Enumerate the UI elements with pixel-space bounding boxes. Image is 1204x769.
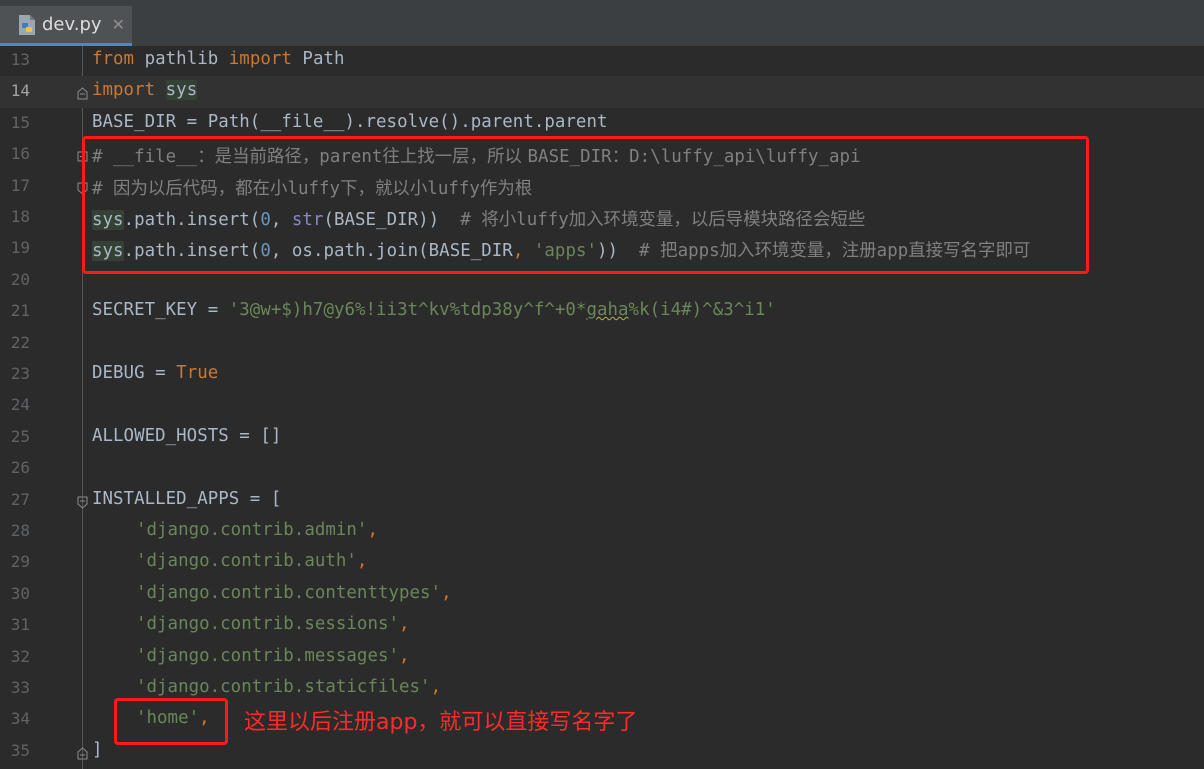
line-number: 26: [10, 458, 30, 478]
line-number: 18: [10, 207, 30, 226]
code-line-current: 14 import sys: [0, 76, 1204, 108]
code-text: from pathlib import Path: [92, 49, 345, 69]
line-number: 14: [10, 81, 30, 101]
code-text: 'django.contrib.contenttypes',: [136, 582, 452, 603]
line-number: 34: [10, 709, 30, 729]
line-number: 27: [10, 489, 30, 509]
line-number: 30: [10, 583, 30, 603]
line-number: 19: [10, 238, 30, 258]
code-line: 23 DEBUG = True: [0, 359, 1204, 390]
line-number: 32: [10, 646, 30, 666]
code-text: import sys: [92, 80, 198, 101]
code-text: DEBUG = True: [92, 363, 219, 383]
code-line: 24: [0, 390, 1204, 421]
code-text: ALLOWED_HOSTS = []: [92, 425, 282, 446]
line-number: 31: [10, 615, 30, 635]
code-line: 15 BASE_DIR = Path(__file__).resolve().p…: [0, 108, 1204, 139]
annotation-box-syspath: [82, 136, 1089, 274]
line-number: 23: [10, 364, 30, 383]
line-number: 16: [10, 144, 30, 164]
code-line: 27 INSTALLED_APPS = [: [0, 485, 1204, 516]
code-text: 'django.contrib.messages',: [136, 645, 410, 666]
code-line: 29 'django.contrib.auth',: [0, 547, 1204, 578]
code-line: 22: [0, 328, 1204, 359]
tab-label: dev.py: [42, 14, 102, 35]
code-text: 'django.contrib.auth',: [136, 551, 368, 572]
code-text: 'django.contrib.sessions',: [136, 614, 410, 635]
code-text: INSTALLED_APPS = [: [92, 488, 282, 509]
annotation-box-home: [114, 698, 228, 745]
code-line: 28 'django.contrib.admin',: [0, 516, 1204, 547]
code-line: 25 ALLOWED_HOSTS = []: [0, 422, 1204, 453]
line-number: 13: [10, 50, 30, 69]
code-text: BASE_DIR = Path(__file__).resolve().pare…: [92, 111, 608, 132]
tab-dev-py[interactable]: dev.py ✕: [0, 6, 132, 46]
line-number: 25: [10, 426, 30, 446]
line-number: 24: [10, 395, 30, 415]
fold-marker-icon[interactable]: [77, 494, 88, 509]
python-file-icon: [16, 14, 38, 36]
code-line: 30 'django.contrib.contenttypes',: [0, 579, 1204, 610]
code-line: 31 'django.contrib.sessions',: [0, 610, 1204, 641]
line-number: 15: [10, 112, 30, 132]
editor-tab-bar: dev.py ✕: [0, 0, 1204, 47]
code-text: ]: [92, 739, 103, 760]
line-number: 17: [10, 175, 30, 195]
line-number: 22: [10, 332, 30, 352]
close-icon[interactable]: ✕: [112, 15, 125, 34]
line-number: 21: [10, 301, 30, 321]
code-text: SECRET_KEY = '3@w+$)h7@y6%!ii3t^kv%tdp38…: [92, 300, 776, 321]
fold-marker-icon[interactable]: [77, 85, 88, 100]
fold-marker-icon[interactable]: [77, 745, 88, 760]
line-number: 29: [10, 552, 30, 572]
code-line: 21 SECRET_KEY = '3@w+$)h7@y6%!ii3t^kv%td…: [0, 296, 1204, 327]
line-number: 28: [10, 521, 30, 540]
annotation-text: 这里以后注册app，就可以直接写名字了: [244, 710, 638, 735]
code-text: 'django.contrib.staticfiles',: [136, 677, 442, 697]
code-line: 32 'django.contrib.messages',: [0, 642, 1204, 673]
line-number: 20: [10, 269, 30, 289]
code-text: 'django.contrib.admin',: [136, 520, 378, 540]
code-line: 26: [0, 453, 1204, 484]
code-line: 13 from pathlib import Path: [0, 45, 1204, 76]
line-number: 33: [10, 678, 30, 697]
line-number: 35: [10, 740, 30, 760]
